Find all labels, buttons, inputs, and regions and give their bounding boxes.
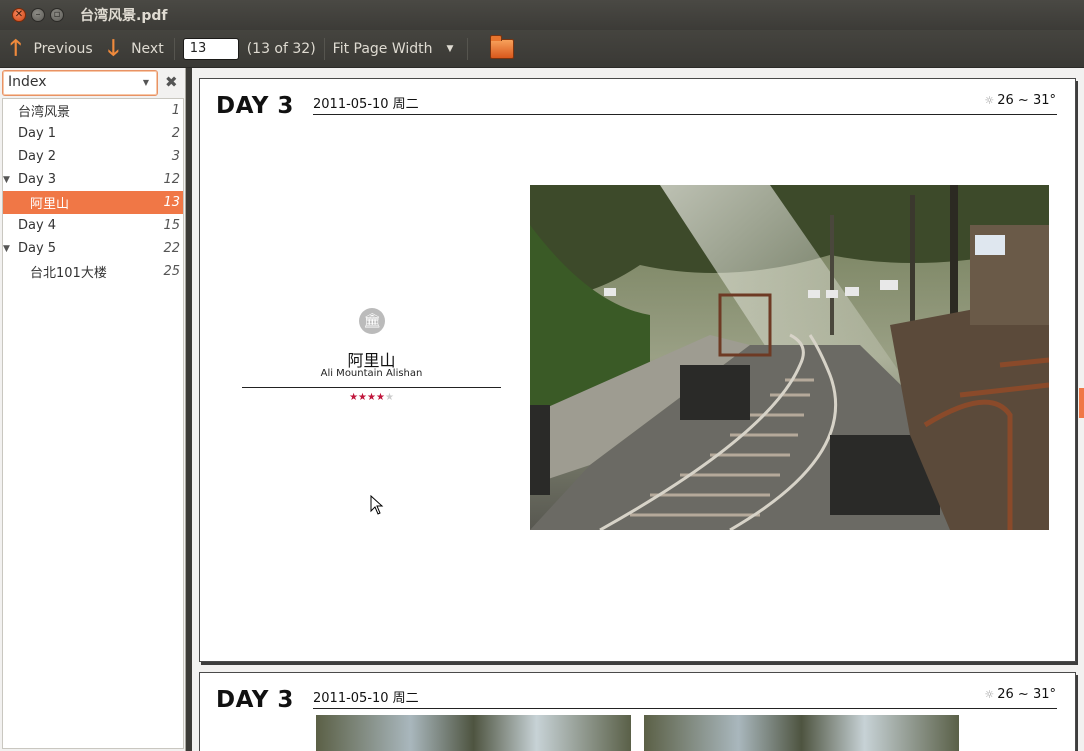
index-item[interactable]: 台湾风景 1	[3, 99, 183, 122]
expander-icon[interactable]: ▼	[3, 244, 10, 254]
index-item-label: Day 5	[18, 241, 57, 256]
date-label: 2011-05-10 周二	[313, 691, 419, 706]
star-filled-icon: ★	[367, 392, 376, 403]
minimize-icon[interactable]: –	[31, 8, 45, 22]
toolbar-separator	[173, 37, 175, 60]
index-item-page: 2	[171, 126, 180, 141]
toolbar: 🡑 Previous 🡓 Next (13 of 32) Fit Page Wi…	[0, 30, 1084, 68]
scrollbar-thumb[interactable]	[1079, 388, 1084, 418]
star-empty-icon: ★	[384, 392, 394, 403]
expander-icon[interactable]: ▼	[3, 175, 10, 185]
index-item-label: 台北101大楼	[30, 266, 107, 281]
index-item-page: 1	[171, 103, 180, 118]
index-item[interactable]: Day 1 2	[3, 122, 183, 145]
index-item-label: Day 1	[18, 126, 57, 141]
chevron-down-icon: ▼	[142, 78, 149, 87]
sun-icon: ☼	[984, 688, 995, 701]
index-item-page: 15	[163, 218, 180, 233]
landmark-icon: 🏛	[359, 308, 385, 334]
index-item-label: Day 2	[18, 149, 57, 164]
mouse-cursor-icon	[370, 495, 384, 515]
previous-button[interactable]: 🡑 Previous	[10, 30, 93, 67]
star-rating: ★★★★★	[242, 392, 501, 403]
photo-railway	[530, 185, 1049, 530]
star-filled-icon: ★	[375, 392, 385, 403]
sidebar-mode-label: Index	[8, 74, 47, 90]
page-count-label: (13 of 32)	[246, 40, 316, 57]
index-item-page: 22	[163, 241, 180, 256]
open-folder-icon[interactable]	[490, 34, 515, 59]
close-sidebar-icon[interactable]: ✖	[165, 73, 178, 91]
maximize-icon[interactable]: ▫	[50, 8, 64, 22]
toolbar-separator	[467, 37, 469, 60]
title-bar: ✕ – ▫ 台湾风景.pdf	[0, 0, 1084, 30]
chevron-down-icon: ▼	[446, 43, 454, 54]
index-item[interactable]: 阿里山 13	[3, 191, 183, 214]
arrow-up-icon: 🡑	[10, 35, 22, 61]
index-item-label: 台湾风景	[18, 105, 71, 120]
index-item[interactable]: Day 4 15	[3, 214, 183, 237]
place-subtitle: Ali Mountain Alishan	[320, 368, 423, 379]
next-button[interactable]: 🡓 Next	[108, 30, 164, 67]
index-item[interactable]: 台北101大楼 25	[3, 260, 183, 283]
document-view[interactable]: DAY 3 2011-05-10 周二 ☼ 26 ~ 31° 🏛 阿里山 Ali …	[192, 68, 1084, 751]
temperature: 26 ~ 31°	[997, 687, 1056, 702]
photo-forest	[644, 715, 959, 751]
zoom-select[interactable]: Fit Page Width ▼	[333, 30, 454, 67]
pdf-page: DAY 3 2011-05-10 周二 ☼ 26 ~ 31° 🏛 阿里山 Ali …	[199, 78, 1076, 662]
header-divider	[313, 114, 1057, 115]
page-number-input[interactable]	[182, 37, 239, 60]
next-label: Next	[131, 40, 164, 57]
arrow-down-icon: 🡓	[107, 35, 120, 61]
index-item[interactable]: ▼ Day 3 12	[3, 168, 183, 191]
index-tree: 台湾风景 1 Day 1 2 Day 2 3 ▼ Day 3 12 阿里山 13 Day 4 15 ▼ Da…	[2, 98, 184, 749]
toolbar-separator	[323, 37, 325, 60]
temperature: 26 ~ 31°	[997, 93, 1056, 108]
date-label: 2011-05-10 周二	[313, 97, 419, 112]
index-item-page: 3	[171, 149, 180, 164]
header-divider	[313, 708, 1057, 709]
star-filled-icon: ★	[349, 392, 359, 403]
pdf-page: DAY 3 2011-05-10 周二 ☼ 26 ~ 31°	[199, 672, 1076, 751]
index-item[interactable]: ▼ Day 5 22	[3, 237, 183, 260]
index-item-page: 13	[163, 195, 180, 210]
index-item[interactable]: Day 2 3	[3, 145, 183, 168]
day-title: DAY 3	[216, 687, 294, 713]
day-title: DAY 3	[216, 93, 294, 119]
sidebar: Index ▼ ✖ 台湾风景 1 Day 1 2 Day 2 3 ▼ Day 3 12 阿里山 13…	[0, 68, 186, 751]
photo-strip	[316, 715, 959, 751]
index-item-label: Day 4	[18, 218, 57, 233]
photo-forest	[316, 715, 631, 751]
index-item-label: Day 3	[18, 172, 57, 187]
sidebar-mode-select[interactable]: Index ▼	[2, 70, 158, 96]
window-title: 台湾风景.pdf	[80, 8, 168, 24]
weather-label: ☼ 26 ~ 31°	[984, 687, 1056, 702]
previous-label: Previous	[33, 40, 93, 57]
index-item-page: 12	[163, 172, 180, 187]
index-item-label: 阿里山	[30, 197, 70, 212]
weather-label: ☼ 26 ~ 31°	[984, 93, 1056, 108]
zoom-label: Fit Page Width	[332, 40, 433, 57]
place-divider	[242, 387, 501, 388]
star-filled-icon: ★	[358, 392, 368, 403]
index-item-page: 25	[163, 264, 180, 279]
sun-icon: ☼	[984, 94, 995, 107]
close-icon[interactable]: ✕	[12, 8, 26, 22]
